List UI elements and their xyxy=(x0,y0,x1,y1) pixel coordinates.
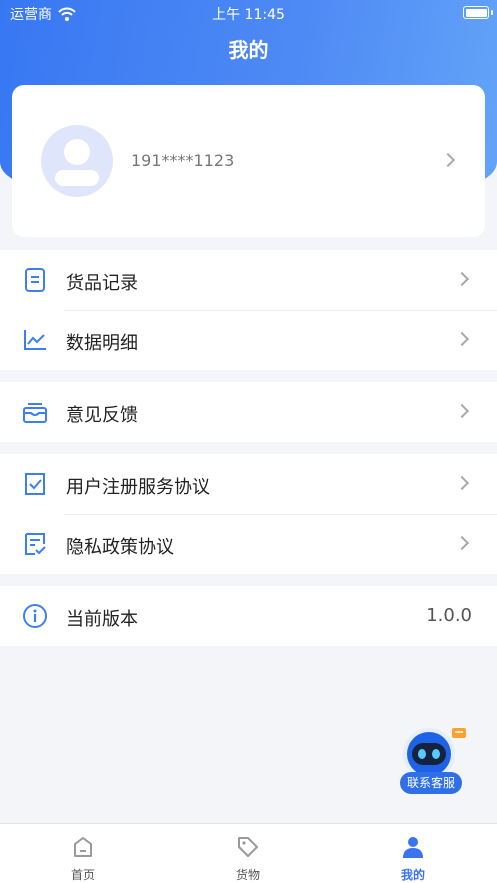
chevron-right-icon xyxy=(454,331,470,347)
menu-item-label: 意见反馈 xyxy=(66,405,138,426)
customer-service-button[interactable]: 联系客服 xyxy=(396,724,466,796)
list-check-icon xyxy=(25,533,46,555)
menu-item-privacy-policy[interactable]: 隐私政策协议 xyxy=(0,514,497,574)
menu-item-goods-records[interactable]: 货品记录 xyxy=(0,250,497,310)
menu-item-label: 数据明细 xyxy=(66,333,138,354)
menu-item-label: 当前版本 xyxy=(66,609,138,630)
document-icon xyxy=(25,268,45,292)
phone-number: 191****1123 xyxy=(131,151,235,170)
menu-group-feedback: 意见反馈 xyxy=(0,382,497,442)
checked-doc-icon xyxy=(25,473,45,495)
status-time: 上午 11:45 xyxy=(212,7,285,23)
chevron-right-icon xyxy=(454,403,470,419)
menu-item-user-agreement[interactable]: 用户注册服务协议 xyxy=(0,454,497,514)
menu-group-records: 货品记录 数据明细 xyxy=(0,250,497,370)
home-icon xyxy=(74,837,92,857)
menu-item-label: 用户注册服务协议 xyxy=(66,477,210,498)
tab-bar: 首页 货物 我的 xyxy=(0,823,497,883)
tab-mine[interactable]: 我的 xyxy=(353,824,473,883)
default-avatar-icon xyxy=(55,139,99,186)
battery-icon xyxy=(463,6,489,19)
page-title: 我的 xyxy=(228,38,269,62)
customer-service-label: 联系客服 xyxy=(406,776,455,790)
tab-home[interactable]: 首页 xyxy=(23,824,143,883)
chevron-right-icon xyxy=(454,271,470,287)
chevron-right-icon xyxy=(440,152,456,168)
menu-item-feedback[interactable]: 意见反馈 xyxy=(0,382,497,442)
user-icon xyxy=(403,837,423,858)
status-bar: 运营商 上午 11:45 xyxy=(0,0,497,26)
version-value: 1.0.0 xyxy=(426,605,472,626)
menu-item-data-details[interactable]: 数据明细 xyxy=(0,310,497,370)
menu-item-label: 货品记录 xyxy=(66,273,138,294)
tab-label: 我的 xyxy=(400,868,425,882)
line-chart-icon xyxy=(24,330,46,350)
menu-item-version: 当前版本 1.0.0 xyxy=(0,586,497,646)
profile-card[interactable]: 191****1123 xyxy=(12,85,485,237)
info-icon xyxy=(23,604,47,628)
tab-label: 首页 xyxy=(70,868,95,882)
avatar[interactable] xyxy=(41,125,113,197)
chevron-right-icon xyxy=(454,535,470,551)
tab-goods[interactable]: 货物 xyxy=(188,824,308,883)
inbox-icon xyxy=(23,403,47,423)
menu-item-label: 隐私政策协议 xyxy=(66,537,174,558)
tag-icon xyxy=(238,837,258,857)
menu-group-version: 当前版本 1.0.0 xyxy=(0,586,497,646)
tab-label: 货物 xyxy=(235,868,260,882)
chevron-right-icon xyxy=(454,475,470,491)
menu-group-agreements: 用户注册服务协议 隐私政策协议 xyxy=(0,454,497,574)
